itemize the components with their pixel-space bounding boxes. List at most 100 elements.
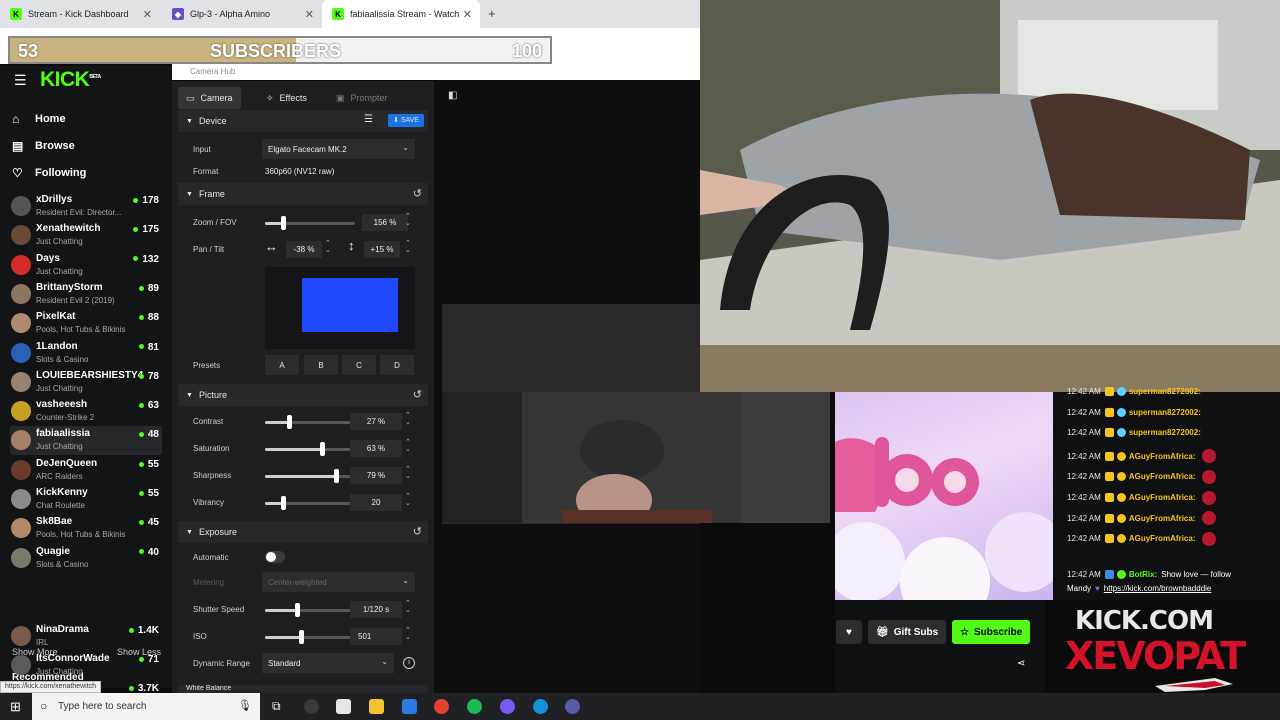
close-tab-icon[interactable]: ✕ [143,8,152,21]
stepper-icon[interactable]: ⌃ ⌄ [405,493,411,507]
file-explorer-icon[interactable] [369,699,384,714]
section-device[interactable]: ▼ Device ☰ ⬇ SAVE [178,110,428,132]
tilt-value[interactable]: +15 % [364,241,400,258]
channel-item[interactable]: KickKenny Chat Roulette 55 [10,485,162,514]
close-tab-icon[interactable]: ✕ [305,8,314,21]
channel-item[interactable]: DeJenQueen ARC Raiders 55 [10,456,162,485]
channel-item[interactable]: NinaDrama IRL 1.4K [10,622,162,651]
metering-select[interactable]: Center-weighted ⌄ [262,572,415,592]
subscribe-button[interactable]: ☆ Subscribe [952,620,1031,644]
picture-slider[interactable] [265,469,355,483]
pan-value[interactable]: -38 % [286,241,322,258]
slider-knob[interactable] [281,216,286,230]
picture-value[interactable]: 27 % [350,413,402,430]
app-icon[interactable] [565,699,580,714]
slider-knob[interactable] [295,603,301,617]
shutter-value[interactable]: 1/120 s [350,601,402,618]
channel-item[interactable]: LOUIEBEARSHIESTY4 Just Chatting 78 [10,368,162,397]
iso-slider[interactable] [265,630,355,644]
message-user[interactable]: BotRix: [1129,570,1157,579]
iso-stepper-icon[interactable]: ⌃ ⌄ [405,627,411,641]
menu-icon[interactable]: ☰ [14,72,27,89]
input-device-select[interactable]: Elgato Facecam MK.2 ⌄ [262,139,415,159]
iso-value[interactable]: 501 [350,628,402,645]
gift-subs-button[interactable]: 🎁︎ Gift Subs [868,620,947,644]
channel-item[interactable]: PixelKat Pools, Hot Tubs & Bikinis 88 [10,309,162,338]
preset-a-button[interactable]: A [265,355,299,375]
reset-icon[interactable]: ↺ [413,187,422,200]
save-button[interactable]: ⬇ SAVE [388,114,424,127]
slider-knob[interactable] [287,415,293,429]
message-user[interactable]: AGuyFromAfrica: [1129,514,1196,523]
channel-item[interactable]: Quagie Slots & Casino 40 [10,544,162,573]
zoom-stepper-icon[interactable]: ⌃ ⌄ [405,213,411,227]
channel-item[interactable]: vasheeesh Counter-Strike 2 63 [10,397,162,426]
tilt-stepper-icon[interactable]: ⌃ ⌄ [405,240,411,254]
taskbar-search-input[interactable]: ○ Type here to search 🎙︎ [32,693,260,720]
dynamic-range-select[interactable]: Standard ⌄ [262,653,394,673]
reset-icon[interactable]: ↺ [413,388,422,401]
task-view-icon[interactable]: ⧉ [272,699,281,714]
share-icon[interactable]: ⋖ [1017,658,1025,669]
channel-item[interactable]: Xenathewitch Just Chatting 175 [10,221,162,250]
channel-item[interactable]: BrittanyStorm Resident Evil 2 (2019) 89 [10,280,162,309]
reset-icon[interactable]: ↺ [413,525,422,538]
channel-item[interactable]: 1Landon Slots & Casino 81 [10,339,162,368]
picture-value[interactable]: 20 [350,494,402,511]
kick-logo[interactable]: KICKBETA [40,68,101,92]
frame-region[interactable] [302,278,398,332]
message-user[interactable]: AGuyFromAfrica: [1129,493,1196,502]
message-user[interactable]: AGuyFromAfrica: [1129,472,1196,481]
messenger-app-icon[interactable] [500,699,515,714]
store-app-icon[interactable] [336,699,351,714]
frame-preview[interactable] [265,267,415,349]
channel-item[interactable]: Days Just Chatting 132 [10,251,162,280]
channel-item[interactable]: ItsConnorWade Just Chatting 71 [10,651,162,680]
section-exposure[interactable]: ▼ Exposure ↺ [178,521,428,543]
browser-tab-fabiaalissia[interactable]: K fabiaalissia Stream - Watch Live ✕ [322,0,480,28]
pan-stepper-icon[interactable]: ⌃ ⌄ [325,240,331,254]
tab-camera[interactable]: ▭ Camera [178,87,241,109]
chrome-app-icon[interactable] [434,699,449,714]
message-user[interactable]: AGuyFromAfrica: [1129,452,1196,461]
slider-knob[interactable] [299,630,304,644]
section-frame[interactable]: ▼ Frame ↺ [178,183,428,205]
nav-home[interactable]: ⌂ Home [12,112,66,126]
picture-slider[interactable] [265,415,355,429]
tab-prompter[interactable]: ▣ Prompter [328,87,396,109]
picture-value[interactable]: 79 % [350,467,402,484]
tab-effects[interactable]: ✧ Effects [258,87,315,109]
zoom-value[interactable]: 156 % [362,214,408,231]
message-link[interactable]: https://kick.com/brownbadddie [1104,584,1212,593]
slider-knob[interactable] [334,469,340,483]
close-tab-icon[interactable]: ✕ [463,8,472,21]
picture-slider[interactable] [265,442,355,456]
nav-following[interactable]: ♡ Following [12,166,86,180]
browser-tab-kick-dashboard[interactable]: K Stream - Kick Dashboard ✕ [0,0,160,28]
picture-value[interactable]: 63 % [350,440,402,457]
slider-knob[interactable] [281,496,286,510]
windows-start-icon[interactable]: ⊞ [10,699,21,715]
channel-item[interactable]: fabiaalissia Just Chatting 48 [10,426,162,456]
channel-item[interactable]: Sk8Bae Pools, Hot Tubs & Bikinis 45 [10,514,162,543]
follow-heart-button[interactable]: ♥ [836,620,862,644]
message-user[interactable]: superman8272002: [1129,428,1201,437]
preset-d-button[interactable]: D [380,355,414,375]
automatic-toggle[interactable] [265,551,285,563]
message-user[interactable]: AGuyFromAfrica: [1129,534,1196,543]
obs-app-icon[interactable] [304,699,319,714]
spotify-app-icon[interactable] [467,699,482,714]
section-white-balance[interactable]: White Balance [178,685,428,693]
picture-slider[interactable] [265,496,355,510]
message-user[interactable]: superman8272002: [1129,408,1201,417]
nav-browse[interactable]: ▤ Browse [12,139,75,153]
zoom-slider[interactable] [265,216,355,230]
stepper-icon[interactable]: ⌃ ⌄ [405,466,411,480]
edge-app-icon[interactable] [533,699,548,714]
message-user[interactable]: superman8272002: [1129,387,1201,396]
shutter-slider[interactable] [265,603,355,617]
microphone-icon[interactable]: 🎙︎ [238,699,252,712]
preset-c-button[interactable]: C [342,355,376,375]
settings-sliders-icon[interactable]: ☰ [364,114,373,125]
channel-item[interactable]: xDrillys Resident Evil: Director... 178 [10,192,162,221]
